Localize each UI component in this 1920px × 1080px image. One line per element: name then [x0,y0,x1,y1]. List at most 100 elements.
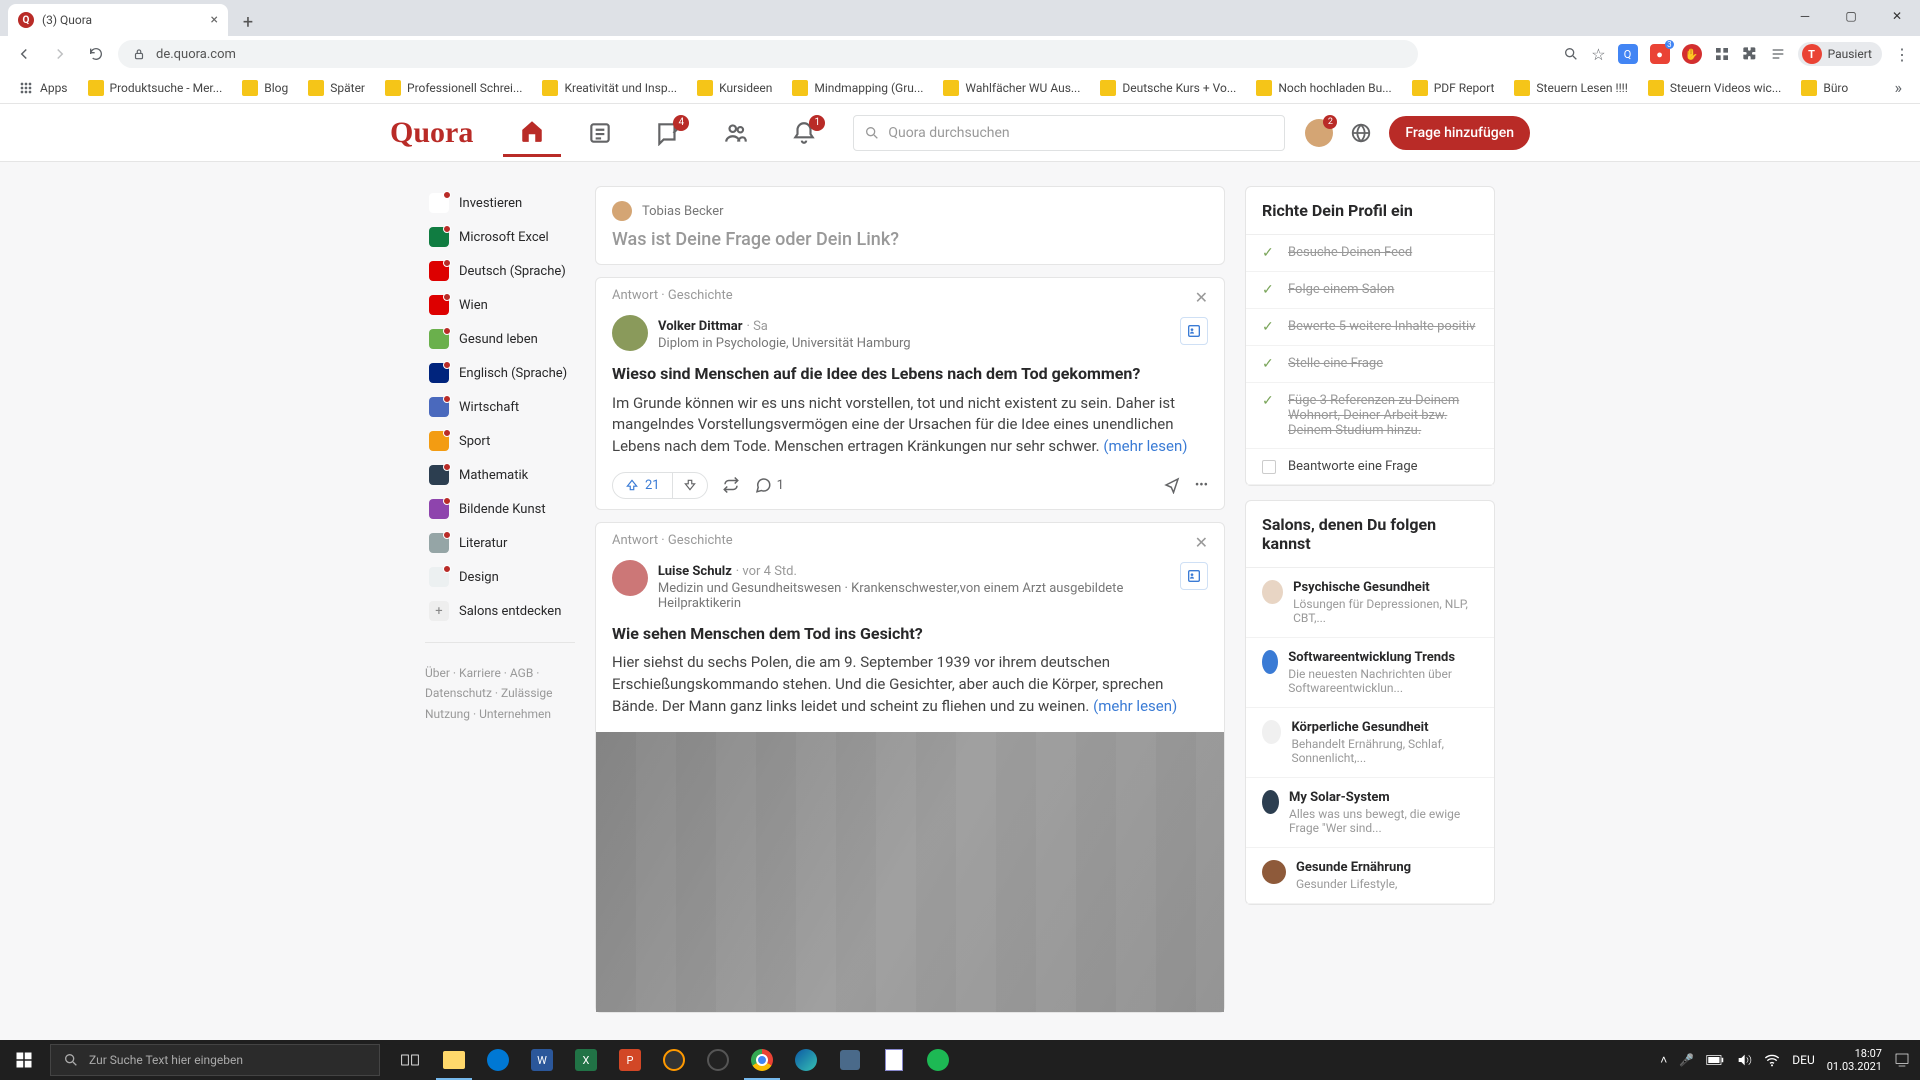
chrome-icon[interactable] [740,1040,784,1080]
post-title[interactable]: Wieso sind Menschen auf die Idee des Leb… [596,359,1224,389]
notepad-icon[interactable] [872,1040,916,1080]
downvote-button[interactable] [673,473,707,497]
setup-task[interactable]: ✓Besuche Deinen Feed [1246,235,1494,272]
profile-button[interactable]: T Pausiert [1798,42,1882,66]
language-indicator[interactable]: DEU [1792,1053,1814,1067]
bookmark-item[interactable]: Noch hochladen Bu... [1248,76,1399,100]
taskbar-search[interactable]: Zur Suche Text hier eingeben [50,1044,380,1076]
more-options-button[interactable]: ••• [1195,476,1208,494]
powerpoint-icon[interactable]: P [608,1040,652,1080]
author-name[interactable]: Luise Schulz [658,564,732,579]
salon-suggestion[interactable]: My Solar-SystemAlles was uns bewegt, die… [1246,778,1494,848]
sidebar-topic[interactable]: Literatur [425,526,575,560]
clock[interactable]: 18:07 01.03.2021 [1827,1047,1882,1073]
nav-spaces[interactable] [707,109,765,157]
bookmark-item[interactable]: Steuern Videos wic... [1640,76,1789,100]
bookmark-item[interactable]: PDF Report [1404,76,1503,100]
bookmark-item[interactable]: Kursideen [689,76,780,100]
volume-icon[interactable] [1736,1052,1752,1068]
obs-icon[interactable] [696,1040,740,1080]
bookmark-overflow-icon[interactable]: » [1895,78,1911,97]
sidebar-topic[interactable]: Deutsch (Sprache) [425,254,575,288]
salon-suggestion[interactable]: Softwareentwicklung TrendsDie neuesten N… [1246,638,1494,708]
dismiss-post-icon[interactable]: ✕ [1195,533,1208,552]
sidebar-topic[interactable]: Wirtschaft [425,390,575,424]
add-question-button[interactable]: Frage hinzufügen [1389,116,1530,150]
bookmark-item[interactable]: Steuern Lesen !!!! [1506,76,1635,100]
edge-legacy-icon[interactable] [476,1040,520,1080]
close-tab-icon[interactable]: × [211,12,218,28]
tray-chevron-icon[interactable]: ˄ [1660,1053,1667,1067]
setup-task[interactable]: ✓Folge einem Salon [1246,272,1494,309]
forward-button[interactable] [46,40,74,68]
language-button[interactable] [1343,115,1379,151]
word-icon[interactable]: W [520,1040,564,1080]
search-input[interactable]: Quora durchsuchen [853,115,1285,151]
bookmark-item[interactable]: Mindmapping (Gru... [784,76,931,100]
bookmark-item[interactable]: Produktsuche - Mer... [80,76,231,100]
spotify-icon[interactable] [916,1040,960,1080]
upvote-button[interactable]: 21 [613,473,673,498]
sidebar-topic[interactable]: Englisch (Sprache) [425,356,575,390]
extensions-icon[interactable] [1742,46,1758,62]
extension-icon-1[interactable]: Q [1618,44,1638,64]
reshare-button[interactable] [722,476,740,494]
star-icon[interactable]: ☆ [1591,45,1605,64]
bookmark-item[interactable]: Später [300,76,373,100]
back-button[interactable] [10,40,38,68]
sidebar-topic[interactable]: Investieren [425,186,575,220]
sidebar-topic[interactable]: Sport [425,424,575,458]
bookmark-item[interactable]: Professionell Schrei... [377,76,530,100]
comment-button[interactable]: 1 [754,476,784,494]
sidebar-topic[interactable]: Design [425,560,575,594]
edge-icon[interactable] [784,1040,828,1080]
sidebar-topic[interactable]: Microsoft Excel [425,220,575,254]
start-button[interactable] [0,1040,48,1080]
nav-answer[interactable]: 4 [639,109,697,157]
setup-task[interactable]: ✓Bewerte 5 weitere Inhalte positiv [1246,309,1494,346]
minimize-button[interactable]: ─ [1782,0,1828,32]
app-icon-2[interactable] [828,1040,872,1080]
adblock-icon[interactable]: ✋ [1682,44,1702,64]
post-category[interactable]: Antwort · Geschichte [612,533,733,548]
maximize-button[interactable]: ▢ [1828,0,1874,32]
excel-icon[interactable]: X [564,1040,608,1080]
reading-list-icon[interactable] [1770,46,1786,62]
bookmark-item[interactable]: Deutsche Kurs + Vo... [1092,76,1244,100]
setup-task[interactable]: ✓Stelle eine Frage [1246,346,1494,383]
salon-suggestion[interactable]: Gesunde ErnährungGesunder Lifestyle, [1246,848,1494,904]
browser-tab[interactable]: Q (3) Quora × [8,4,228,36]
bookmark-item[interactable]: Blog [234,76,296,100]
author-avatar[interactable] [612,560,648,596]
apps-icon[interactable] [1714,46,1730,62]
notification-center-icon[interactable] [1894,1052,1910,1068]
sidebar-topic[interactable]: Wien [425,288,575,322]
wifi-icon[interactable] [1764,1052,1780,1068]
apps-bookmark[interactable]: Apps [10,76,76,100]
close-window-button[interactable]: ✕ [1874,0,1920,32]
post-title[interactable]: Wie sehen Menschen dem Tod ins Gesicht? [596,619,1224,649]
sidebar-topic[interactable]: Gesund leben [425,322,575,356]
read-more-link[interactable]: (mehr lesen) [1103,437,1187,455]
sidebar-topic[interactable]: Mathematik [425,458,575,492]
author-avatar[interactable] [612,315,648,351]
share-button[interactable] [1163,476,1181,494]
menu-icon[interactable]: ⋮ [1894,45,1910,64]
verified-icon[interactable] [1180,562,1208,590]
author-name[interactable]: Volker Dittmar [658,319,742,334]
salon-suggestion[interactable]: Psychische GesundheitLösungen für Depres… [1246,568,1494,638]
read-more-link[interactable]: (mehr lesen) [1093,697,1177,715]
zoom-icon[interactable] [1563,46,1579,62]
battery-icon[interactable] [1706,1054,1724,1066]
new-tab-button[interactable]: + [234,8,262,36]
bookmark-item[interactable]: Büro [1793,76,1856,100]
user-avatar[interactable]: 2 [1305,119,1333,147]
nav-following[interactable] [571,109,629,157]
explorer-icon[interactable] [432,1040,476,1080]
ask-question-card[interactable]: Tobias Becker Was ist Deine Frage oder D… [595,186,1225,265]
discover-salons[interactable]: + Salons entdecken [425,594,575,628]
setup-task[interactable]: Beantworte eine Frage [1246,449,1494,485]
dismiss-post-icon[interactable]: ✕ [1195,288,1208,307]
quora-logo[interactable]: Quora [390,116,473,150]
app-icon[interactable] [652,1040,696,1080]
